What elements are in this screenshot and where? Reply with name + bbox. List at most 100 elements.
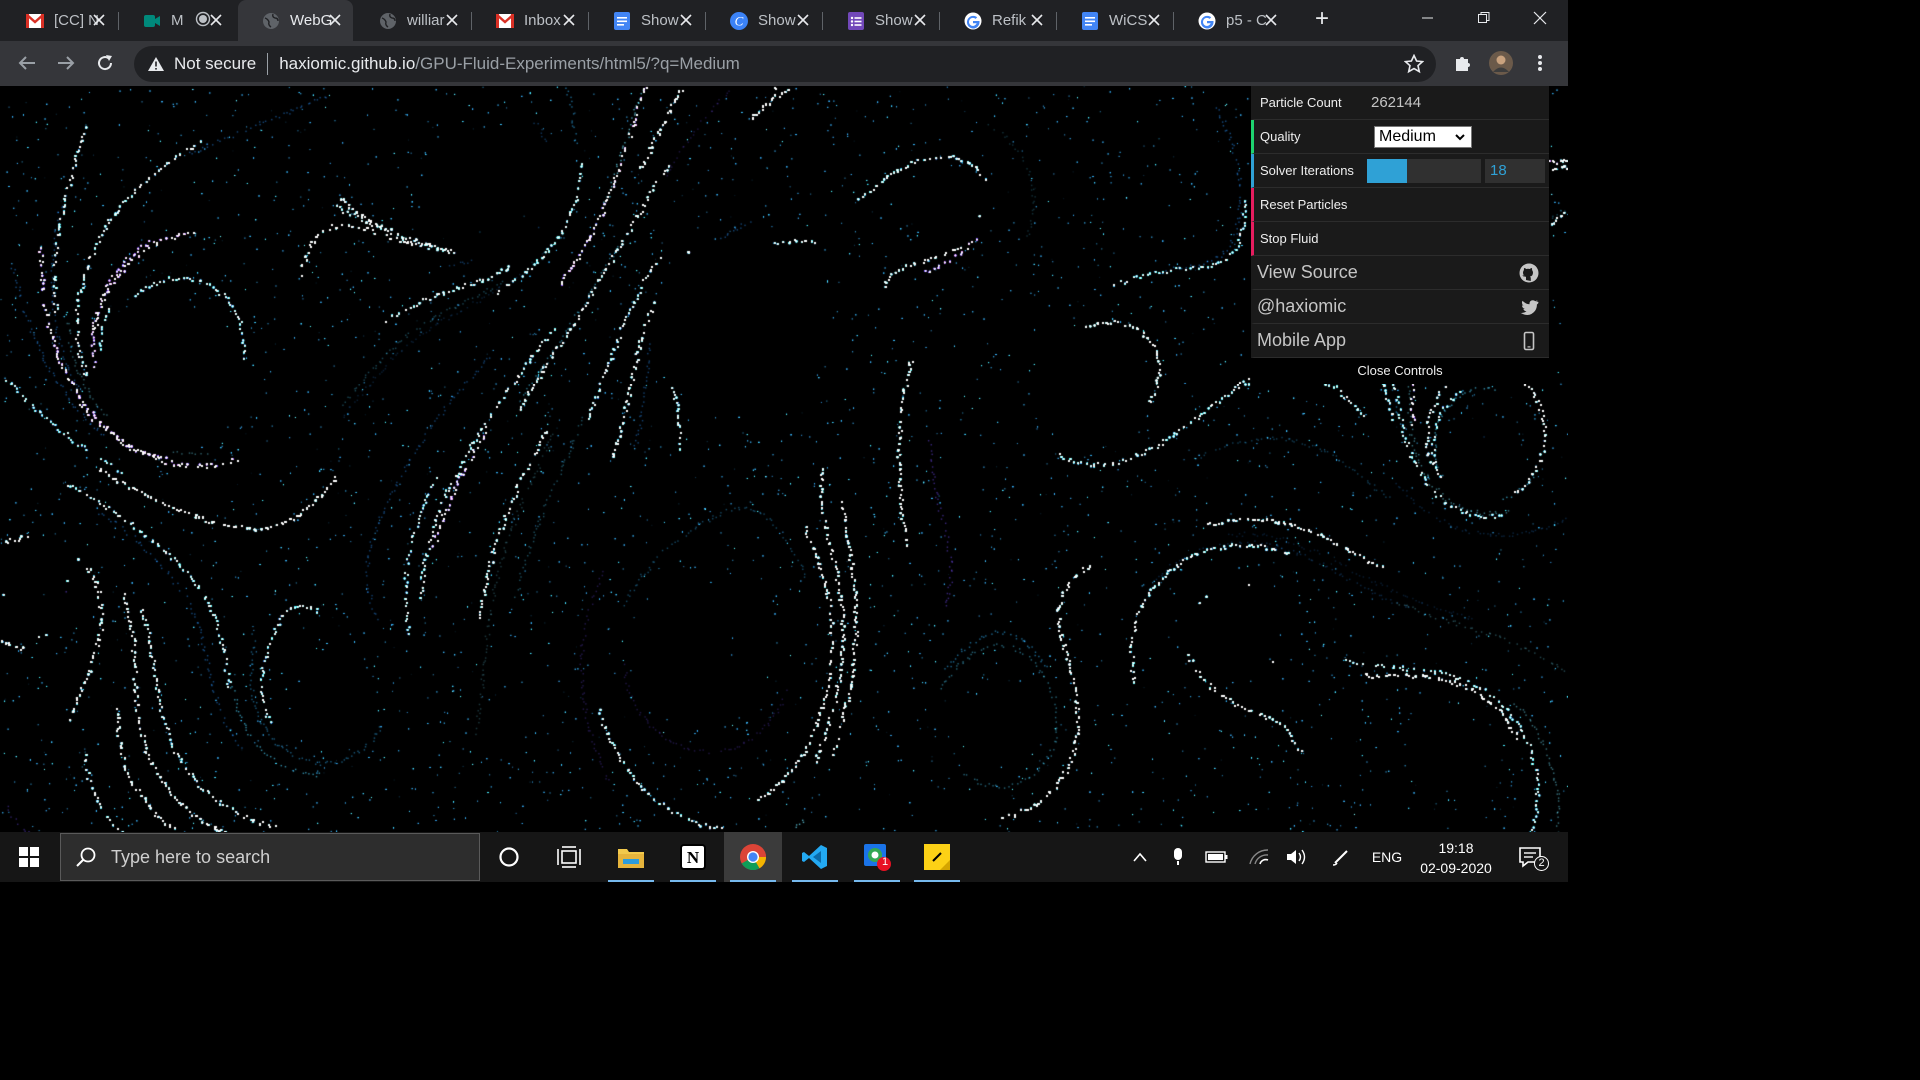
mobile-app-label: Mobile App <box>1257 330 1347 350</box>
browser-tab[interactable]: WiCS <box>1057 0 1172 41</box>
action-center-button[interactable]: 2 <box>1510 832 1550 882</box>
battery-icon <box>1205 851 1228 863</box>
notion-icon: N <box>680 844 706 870</box>
notion-taskbar-button[interactable]: N <box>664 832 722 882</box>
solver-iterations-slider[interactable] <box>1367 159 1481 183</box>
mobile-app-link[interactable]: Mobile App <box>1251 324 1549 358</box>
reset-particles-button[interactable]: Reset Particles <box>1251 188 1549 222</box>
notification-count: 2 <box>1534 856 1549 871</box>
close-tab-icon[interactable] <box>678 12 694 28</box>
file-explorer-taskbar-button[interactable] <box>602 832 660 882</box>
chrome-icon <box>740 844 767 871</box>
github-icon <box>1519 263 1539 283</box>
close-tab-icon[interactable] <box>327 12 343 28</box>
back-button[interactable] <box>14 50 40 76</box>
vscode-icon <box>802 845 827 869</box>
browser-tab[interactable]: [CC] N <box>2 0 117 41</box>
address-bar[interactable]: Not secure haxiomic.github.io /GPU-Fluid… <box>134 46 1436 82</box>
twitter-label: @haxiomic <box>1257 296 1347 316</box>
minimize-icon <box>1422 17 1433 19</box>
start-button[interactable] <box>0 832 58 882</box>
reload-icon <box>98 55 113 71</box>
close-tab-icon[interactable] <box>91 12 107 28</box>
solver-iterations-label: Solver Iterations <box>1260 163 1354 178</box>
task-view-button[interactable] <box>540 832 598 882</box>
vscode-taskbar-button[interactable] <box>786 832 844 882</box>
quality-row: Quality Medium <box>1251 120 1549 154</box>
clock[interactable]: 19:18 02-09-2020 <box>1404 838 1508 878</box>
security-label[interactable]: Not secure <box>174 54 256 74</box>
sticky-notes-taskbar-button[interactable] <box>908 832 966 882</box>
browser-menu-button[interactable] <box>1527 50 1553 76</box>
browser-tab[interactable]: Show <box>589 0 704 41</box>
volume-tray-icon[interactable] <box>1282 832 1312 882</box>
phone-icon <box>1523 331 1535 351</box>
gmail-icon <box>26 12 44 30</box>
solver-iterations-row: Solver Iterations 18 <box>1251 154 1549 188</box>
forward-arrow-icon <box>58 56 75 70</box>
chrome-taskbar-button[interactable] <box>724 832 782 882</box>
pen-tray-icon[interactable] <box>1326 832 1356 882</box>
wifi-icon <box>1249 849 1269 865</box>
close-controls-button[interactable]: Close Controls <box>1251 358 1549 384</box>
windows-taskbar: Type here to search N 1 ENG 19:18 02-09-… <box>0 832 1568 882</box>
browser-tab[interactable]: williar <box>355 0 470 41</box>
browser-tab[interactable]: Show <box>823 0 938 41</box>
close-tab-icon[interactable] <box>208 12 224 28</box>
task-view-icon <box>557 846 581 868</box>
chrome-secondary-taskbar-button[interactable]: 1 <box>848 832 906 882</box>
close-tab-icon[interactable] <box>1263 12 1279 28</box>
close-tab-icon[interactable] <box>1029 12 1045 28</box>
battery-tray-icon[interactable] <box>1202 832 1232 882</box>
gmail-icon <box>496 12 514 30</box>
tab-separator <box>705 12 706 30</box>
close-tab-icon[interactable] <box>1146 12 1162 28</box>
avatar-icon <box>1489 51 1513 75</box>
chevron-down-icon <box>1455 134 1465 141</box>
tab-separator <box>1173 12 1174 30</box>
extensions-button[interactable] <box>1449 50 1475 76</box>
google-icon <box>1198 12 1216 30</box>
show-hidden-icons-button[interactable] <box>1126 832 1154 882</box>
folder-icon <box>618 849 644 868</box>
view-source-link[interactable]: View Source <box>1251 256 1549 290</box>
stop-fluid-button[interactable]: Stop Fluid <box>1251 222 1549 256</box>
microphone-tray-icon[interactable] <box>1164 832 1192 882</box>
browser-tab[interactable]: C Show <box>706 0 821 41</box>
twitter-link[interactable]: @haxiomic <box>1251 290 1549 324</box>
quality-select[interactable]: Medium <box>1374 126 1472 148</box>
close-tab-icon[interactable] <box>912 12 928 28</box>
browser-tab[interactable]: WebG <box>238 0 353 41</box>
forward-button[interactable] <box>53 50 79 76</box>
browser-tab[interactable]: p5 - C <box>1174 0 1289 41</box>
close-tab-icon[interactable] <box>444 12 460 28</box>
wifi-tray-icon[interactable] <box>1244 832 1274 882</box>
browser-tab[interactable]: M <box>119 0 234 41</box>
kebab-menu-icon <box>1538 55 1542 71</box>
forms-icon <box>847 11 865 30</box>
taskbar-search-box[interactable]: Type here to search <box>60 833 480 881</box>
svg-text:N: N <box>687 848 700 867</box>
minimize-button[interactable] <box>1400 0 1456 36</box>
browser-tab[interactable]: Refik <box>940 0 1055 41</box>
browser-tab[interactable]: Inbox <box>472 0 587 41</box>
windows-logo-icon <box>19 847 39 867</box>
microphone-icon <box>1174 848 1182 865</box>
language-indicator[interactable]: ENG <box>1366 832 1408 882</box>
reload-button[interactable] <box>92 50 118 76</box>
restore-button[interactable] <box>1456 0 1512 36</box>
tab-separator <box>588 12 589 30</box>
new-tab-button[interactable]: + <box>1310 7 1334 32</box>
bookmark-star-icon[interactable] <box>1404 54 1424 74</box>
profile-avatar[interactable] <box>1488 50 1514 76</box>
solver-iterations-input[interactable]: 18 <box>1485 159 1545 183</box>
close-tab-icon[interactable] <box>561 12 577 28</box>
warning-icon[interactable] <box>146 54 166 74</box>
particle-count-row: Particle Count 262144 <box>1251 86 1549 120</box>
close-window-button[interactable] <box>1512 0 1568 36</box>
svg-text:C: C <box>735 13 744 28</box>
docs-icon <box>613 11 631 30</box>
close-tab-icon[interactable] <box>795 12 811 28</box>
cortana-button[interactable] <box>480 832 538 882</box>
particle-count-label: Particle Count <box>1260 95 1342 110</box>
